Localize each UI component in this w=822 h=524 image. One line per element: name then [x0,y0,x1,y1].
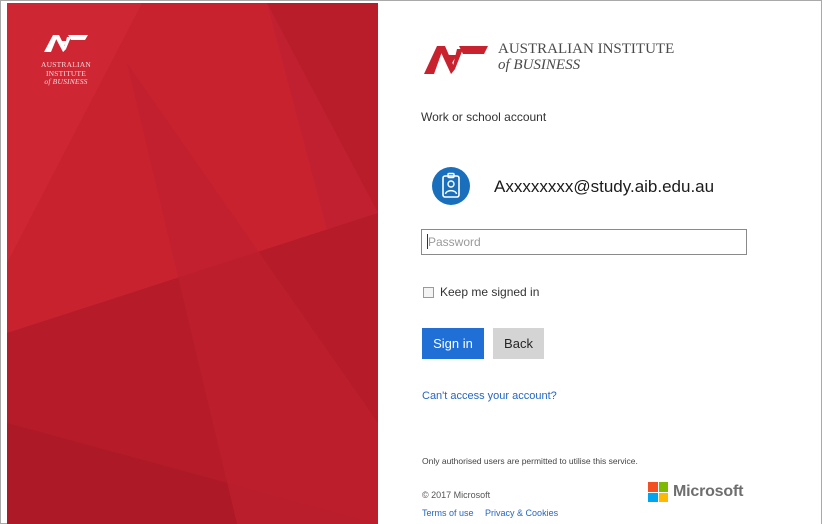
microsoft-squares-icon [648,482,668,502]
panel-logo: AUSTRALIAN INSTITUTE of BUSINESS [31,33,101,87]
aib-logo-icon [44,35,88,52]
panel-logo-text: AUSTRALIAN INSTITUTE of BUSINESS [31,60,101,87]
footer-links: Terms of use Privacy & Cookies [422,508,567,518]
microsoft-wordmark: Microsoft [673,483,744,500]
privacy-cookies-link[interactable]: Privacy & Cookies [485,508,558,518]
panel-logo-line: of BUSINESS [44,77,88,86]
organization-name-line1: AUSTRALIAN INSTITUTE [498,41,675,57]
keep-signed-in-label[interactable]: Keep me signed in [440,285,539,299]
cant-access-account-link[interactable]: Can't access your account? [422,390,557,402]
copyright-text: © 2017 Microsoft [422,490,491,500]
brand-panel: AUSTRALIAN INSTITUTE of BUSINESS [7,3,378,524]
terms-of-use-link[interactable]: Terms of use [422,508,474,518]
back-button[interactable]: Back [493,328,544,359]
organization-logo: AUSTRALIAN INSTITUTE of BUSINESS [424,41,684,81]
authorised-users-notice: Only authorised users are permitted to u… [422,456,638,466]
keep-signed-in-row[interactable]: Keep me signed in [423,285,539,299]
microsoft-logo: Microsoft [648,482,743,502]
aib-logo-icon [424,46,488,74]
user-email: Axxxxxxxx@study.aib.edu.au [494,177,715,196]
sign-in-button[interactable]: Sign in [422,328,484,359]
id-badge-icon [431,166,471,206]
organization-name-line2: of BUSINESS [498,57,581,73]
text-cursor [427,234,428,249]
account-type-label: Work or school account [421,110,547,124]
keep-signed-in-checkbox[interactable] [423,286,434,298]
password-input[interactable] [421,229,747,255]
organization-name: AUSTRALIAN INSTITUTE of BUSINESS [498,41,674,73]
signin-content: AUSTRALIAN INSTITUTE of BUSINESS Work or… [378,3,821,524]
